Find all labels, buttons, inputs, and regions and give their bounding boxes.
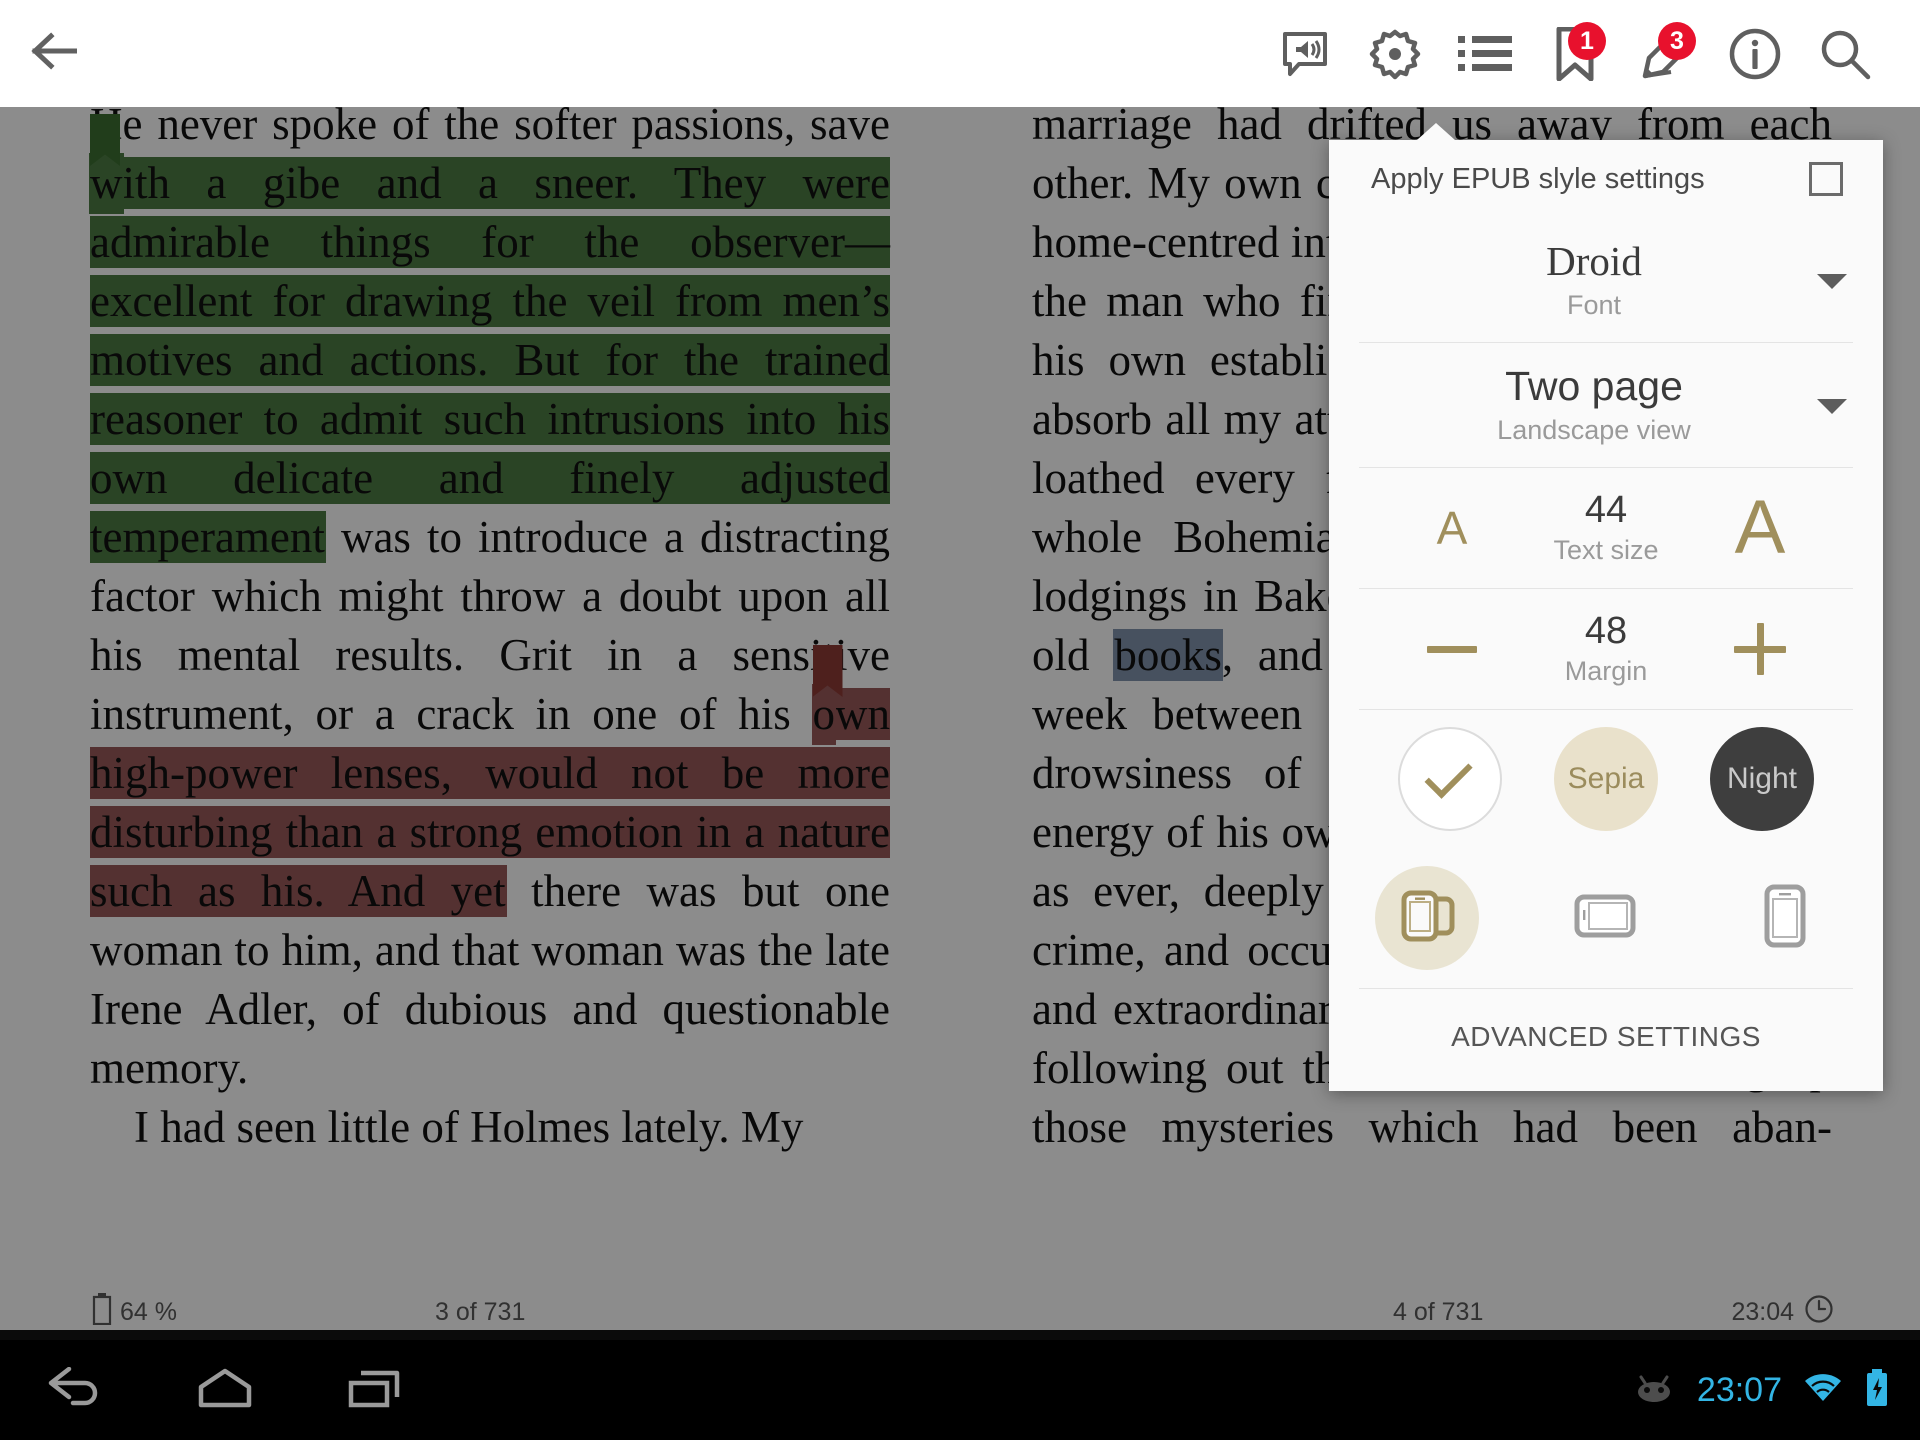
bookmark-button[interactable]: 1 [1530, 0, 1620, 107]
info-button[interactable] [1710, 0, 1800, 107]
left-page-number: 3 of 731 [435, 1297, 526, 1326]
settings-popup: Apply EPUB slyle settings Droid Font Two… [1329, 123, 1883, 1091]
wifi-icon [1802, 1371, 1844, 1410]
margin-label: Margin [1564, 656, 1648, 686]
android-nav-keys [0, 1340, 450, 1440]
chevron-down-icon [1817, 399, 1847, 414]
theme-option-white[interactable] [1375, 727, 1525, 831]
theme-night-swatch: Night [1710, 727, 1814, 831]
android-navigation-bar: 23:07 [0, 1340, 1920, 1440]
battery-percent: 64 % [120, 1297, 177, 1326]
paragraph: He never spoke of the softer passions, s… [90, 107, 890, 1098]
text-size-label: Text size [1553, 535, 1659, 565]
orientation-selector [1329, 848, 1883, 988]
theme-white-swatch [1398, 727, 1502, 831]
settings-button[interactable] [1350, 0, 1440, 107]
arrow-left-icon [31, 31, 78, 76]
toolbar-actions: 1 3 [1260, 0, 1920, 107]
font-select[interactable]: Droid Font [1329, 218, 1883, 342]
highlight-green-start[interactable]: w [90, 114, 123, 213]
margin-decrease-button[interactable] [1377, 645, 1527, 653]
cyanogenmod-logo-icon [1631, 1371, 1677, 1410]
theme-option-sepia[interactable]: Sepia [1531, 727, 1681, 831]
battery-status: 64 % [92, 1292, 177, 1332]
info-icon [1728, 27, 1782, 81]
highlight-blue[interactable]: books [1114, 630, 1222, 680]
table-of-contents-button[interactable] [1440, 0, 1530, 107]
apply-epub-style-checkbox[interactable] [1809, 162, 1843, 196]
page-mode-value: Two page [1505, 363, 1683, 409]
search-icon [1818, 27, 1872, 81]
text-size-decrease-button[interactable]: A [1377, 505, 1527, 551]
reader-clock: 23:04 [1731, 1294, 1834, 1331]
top-toolbar: 1 3 [0, 0, 1920, 107]
battery-charging-icon [1864, 1368, 1890, 1412]
page-left[interactable]: He never spoke of the softer passions, s… [0, 107, 960, 1287]
apply-epub-style-label: Apply EPUB slyle settings [1371, 162, 1705, 195]
back-button[interactable] [0, 0, 108, 107]
font-select-label: Font [1566, 290, 1622, 320]
advanced-settings-button[interactable]: ADVANCED SETTINGS [1329, 989, 1883, 1085]
check-icon [1424, 750, 1473, 799]
orientation-auto-rotate-button[interactable] [1375, 866, 1479, 970]
status-clock: 23:07 [1696, 1370, 1782, 1409]
android-home-button[interactable] [150, 1340, 300, 1440]
page-mode-label: Landscape view [1497, 415, 1691, 445]
page-left-text: He never spoke of the softer passions, s… [90, 107, 890, 1157]
margin-increase-button[interactable] [1685, 623, 1835, 675]
reader-app: 1 3 He never spoke of the softer passion… [0, 0, 1920, 1440]
clock-time: 23:04 [1731, 1297, 1794, 1326]
android-status-tray[interactable]: 23:07 [1631, 1368, 1920, 1412]
small-a-icon: A [1436, 502, 1468, 554]
chevron-down-icon [1817, 274, 1847, 289]
clock-icon [1804, 1294, 1834, 1331]
theme-option-night[interactable]: Night [1687, 727, 1837, 831]
margin-stepper: 48 Margin [1329, 589, 1883, 709]
battery-icon [92, 1292, 112, 1332]
highlight-red-start[interactable]: o [812, 645, 843, 744]
text-size-stepper: A 44 Text size A [1329, 468, 1883, 588]
font-select-value: Droid [1546, 238, 1642, 284]
right-page-number: 4 of 731 [1393, 1297, 1484, 1326]
large-a-icon: A [1734, 485, 1786, 570]
table-of-contents-icon [1458, 34, 1512, 74]
text-size-increase-button[interactable]: A [1685, 490, 1835, 566]
theme-sepia-swatch: Sepia [1554, 727, 1658, 831]
orientation-portrait-lock-icon [1760, 883, 1810, 954]
popup-caret [1417, 123, 1455, 140]
text-run: He never spoke of the softer passions, s… [90, 107, 890, 149]
search-button[interactable] [1800, 0, 1890, 107]
apply-epub-style-row[interactable]: Apply EPUB slyle settings [1329, 140, 1883, 218]
page-mode-select[interactable]: Two page Landscape view [1329, 343, 1883, 467]
orientation-portrait-lock-button[interactable] [1733, 866, 1837, 970]
android-recents-icon [347, 1367, 403, 1414]
android-home-icon [197, 1367, 253, 1414]
paragraph: I had seen little of Holmes lately. My [134, 1102, 804, 1152]
annotations-button[interactable]: 3 [1620, 0, 1710, 107]
orientation-auto-rotate-icon [1394, 883, 1460, 954]
android-recents-button[interactable] [300, 1340, 450, 1440]
margin-value-group: 48 Margin [1527, 609, 1685, 689]
highlight-green[interactable]: ith a gibe and a sneer. They were admira… [90, 158, 890, 562]
theme-selector: Sepia Night [1329, 710, 1883, 848]
plus-icon [1734, 623, 1786, 675]
tts-button[interactable] [1260, 0, 1350, 107]
text-size-value: 44 [1584, 489, 1628, 531]
minus-icon [1427, 645, 1477, 653]
bookmark-badge: 1 [1568, 22, 1606, 60]
tts-icon [1279, 28, 1331, 80]
highlight-red-first-char: o [812, 689, 836, 739]
android-back-icon [47, 1366, 103, 1414]
highlight-green-first-char: w [90, 158, 123, 208]
margin-value: 48 [1584, 610, 1628, 652]
annotations-badge: 3 [1658, 22, 1696, 60]
orientation-landscape-lock-button[interactable] [1554, 866, 1658, 970]
screen-edge-strip [0, 1330, 1920, 1340]
orientation-landscape-lock-icon [1573, 891, 1639, 946]
text-size-value-group: 44 Text size [1527, 488, 1685, 568]
settings-gear-icon [1367, 26, 1423, 82]
android-back-button[interactable] [0, 1340, 150, 1440]
